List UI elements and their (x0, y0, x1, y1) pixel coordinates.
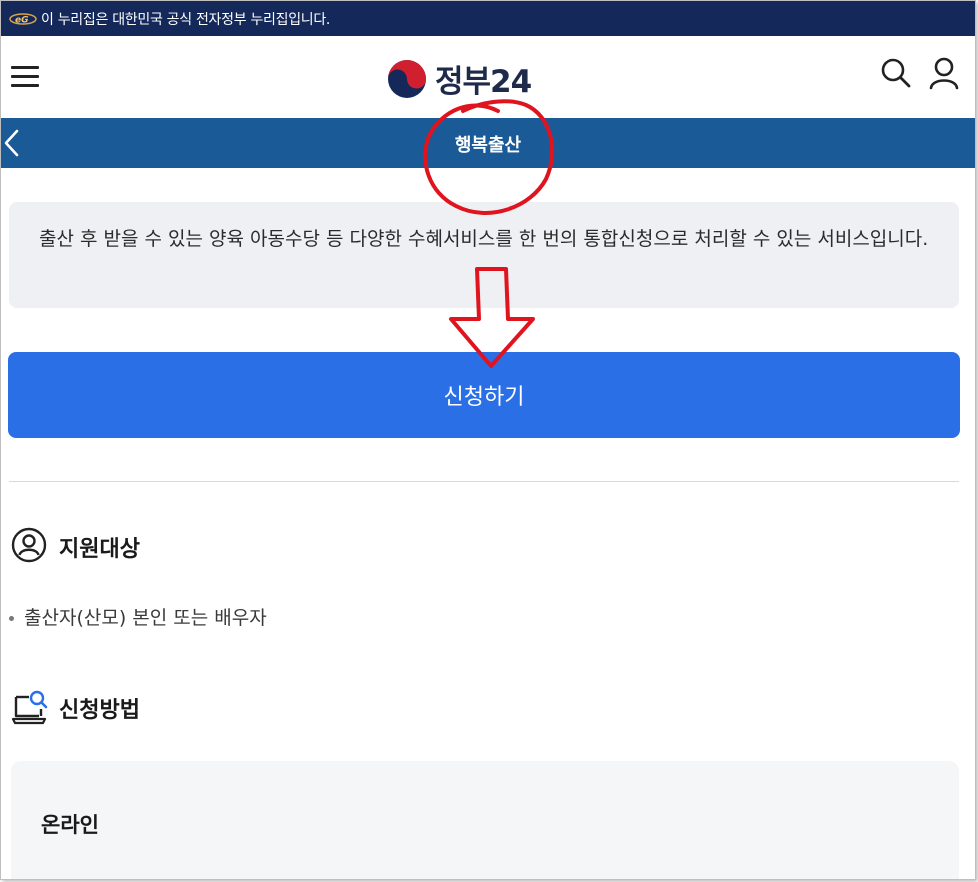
svg-text:eG: eG (15, 15, 29, 25)
menu-icon-bar (11, 84, 39, 87)
search-icon (881, 58, 911, 88)
method-icon-wrap (11, 689, 49, 729)
method-section-title: 신청방법 (59, 698, 140, 723)
target-icon-wrap (11, 527, 47, 567)
user-icon (929, 57, 959, 90)
service-description: 출산 후 받을 수 있는 양육 아동수당 등 다양한 수혜서비스를 한 번의 통… (9, 202, 959, 308)
menu-button[interactable] (11, 64, 39, 88)
target-section-title: 지원대상 (59, 537, 140, 562)
gov-banner-text: 이 누리집은 대한민국 공식 전자정부 누리집입니다. (41, 11, 331, 28)
target-item-text: 출산자(산모) 본인 또는 배우자 (24, 607, 267, 629)
taegeuk-logo-icon (388, 59, 426, 98)
menu-icon-bar (11, 66, 39, 69)
site-logo[interactable]: 정부24 (387, 56, 532, 101)
page-title: 행복출산 (454, 135, 522, 156)
user-button[interactable] (927, 56, 961, 90)
bullet-icon (9, 616, 14, 621)
page-frame: eG 이 누리집은 대한민국 공식 전자정부 누리집입니다. 정부24 행복출산… (0, 0, 976, 880)
laptop-search-icon (11, 690, 48, 725)
gov-banner: eG 이 누리집은 대한민국 공식 전자정부 누리집입니다. (1, 1, 975, 36)
online-method-card: 온라인 (11, 761, 959, 879)
page-titlebar: 행복출산 (1, 118, 975, 168)
list-item: 출산자(산모) 본인 또는 배우자 (9, 603, 267, 630)
apply-button[interactable]: 신청하기 (8, 352, 960, 438)
divider (9, 481, 959, 482)
site-header: 정부24 (1, 36, 975, 118)
online-card-title: 온라인 (41, 813, 99, 837)
person-circle-icon (11, 527, 47, 563)
search-button[interactable] (879, 56, 913, 90)
eg-logo-icon: eG (9, 12, 37, 26)
brand-name: 정부24 (435, 64, 532, 100)
description-text: 출산 후 받을 수 있는 양육 아동수당 등 다양한 수혜서비스를 한 번의 통… (39, 228, 929, 250)
menu-icon-bar (11, 75, 39, 78)
